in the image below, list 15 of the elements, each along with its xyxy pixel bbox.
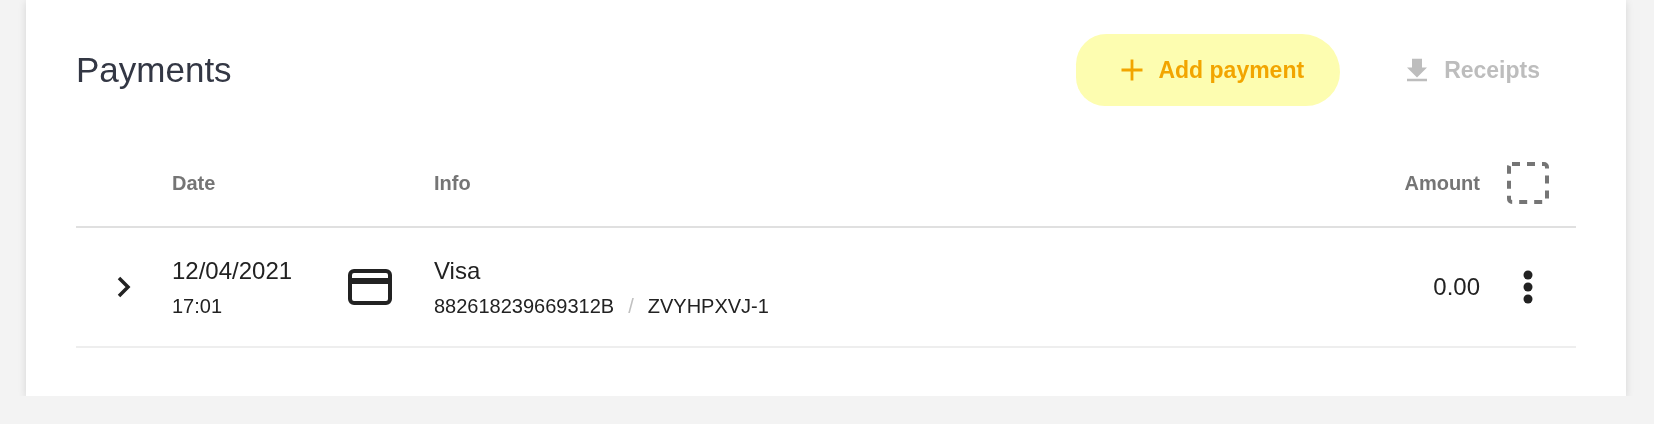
payment-code: ZVYHPXVJ-1: [647, 294, 769, 318]
separator: /: [628, 294, 634, 318]
payment-time: 17:01: [172, 294, 224, 318]
payment-reference: 882618239669312B: [434, 294, 615, 318]
payment-method: Visa: [434, 256, 482, 285]
payment-amount: 0.00: [1433, 273, 1480, 301]
payment-date: 12/04/2021: [172, 256, 294, 285]
credit-card-icon: [348, 269, 392, 305]
select-all-icon[interactable]: [1507, 162, 1549, 204]
column-header: Info: [434, 171, 471, 195]
column-header: Amount: [1404, 171, 1480, 195]
add-payment-button[interactable]: Add payment: [1076, 34, 1341, 106]
column-header: Date: [172, 171, 216, 195]
page-title: Payments: [76, 50, 233, 90]
more-icon[interactable]: [1523, 270, 1533, 304]
